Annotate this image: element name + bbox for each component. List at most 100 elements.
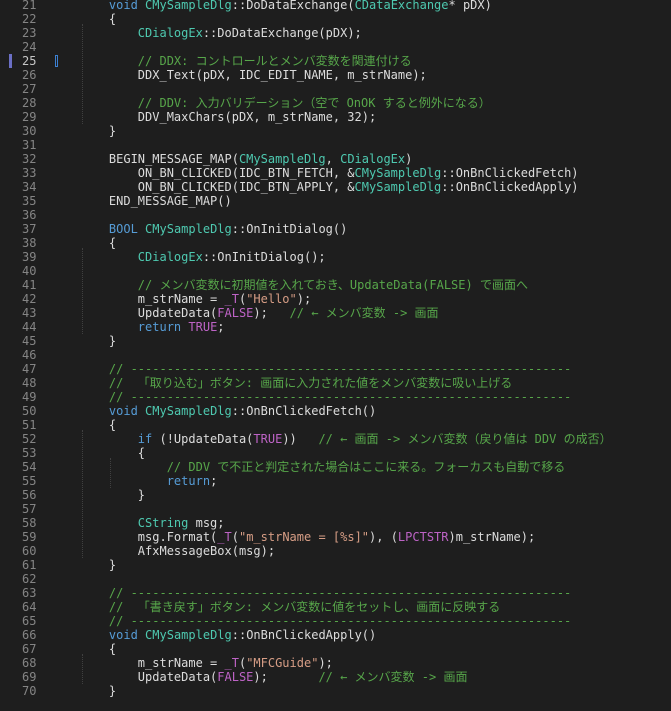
code-line[interactable]: 27 bbox=[0, 82, 671, 96]
code-text[interactable]: DDX_Text(pDX, IDC_EDIT_NAME, m_strName); bbox=[80, 68, 427, 82]
code-text[interactable]: // -------------------------------------… bbox=[80, 586, 571, 600]
code-text[interactable]: { bbox=[80, 446, 145, 460]
code-text[interactable]: ON_BN_CLICKED(IDC_BTN_APPLY, &CMySampleD… bbox=[80, 180, 579, 194]
code-text[interactable]: // -------------------------------------… bbox=[80, 362, 571, 376]
keyword-token: return bbox=[137, 320, 182, 334]
code-text[interactable]: } bbox=[80, 334, 116, 348]
code-text[interactable]: { bbox=[80, 418, 116, 432]
code-text[interactable]: // メンバ変数に初期値を入れておき、UpdateData(FALSE) で画面… bbox=[80, 278, 528, 292]
code-line[interactable]: 45 } bbox=[0, 334, 671, 348]
comment-token: // -------------------------------------… bbox=[108, 614, 572, 628]
code-line[interactable]: 34 ON_BN_CLICKED(IDC_BTN_APPLY, &CMySamp… bbox=[0, 180, 671, 194]
code-line[interactable]: 24 bbox=[0, 40, 671, 54]
code-line[interactable]: 50 void CMySampleDlg::OnBnClickedFetch() bbox=[0, 404, 671, 418]
code-line[interactable]: 37 BOOL CMySampleDlg::OnInitDialog() bbox=[0, 222, 671, 236]
code-line[interactable]: 59 msg.Format(_T("m_strName = [%s]"), (L… bbox=[0, 530, 671, 544]
code-line[interactable]: 64 // 「書き戻す」ボタン: メンバ変数に値をセットし、画面に反映する bbox=[0, 600, 671, 614]
code-text[interactable]: CDialogEx::DoDataExchange(pDX); bbox=[80, 26, 362, 40]
code-text[interactable]: // -------------------------------------… bbox=[80, 614, 571, 628]
code-line[interactable]: 66 void CMySampleDlg::OnBnClickedApply() bbox=[0, 628, 671, 642]
code-line[interactable]: 65 // ----------------------------------… bbox=[0, 614, 671, 628]
code-line[interactable]: 70 } bbox=[0, 684, 671, 698]
code-line[interactable]: 46 bbox=[0, 348, 671, 362]
code-text[interactable]: // 「取り込む」ボタン: 画面に入力された値をメンバ変数に吸い上げる bbox=[80, 376, 512, 390]
code-line[interactable]: 38 { bbox=[0, 236, 671, 250]
code-line[interactable]: 58 CString msg; bbox=[0, 516, 671, 530]
code-line[interactable]: 44 return TRUE; bbox=[0, 320, 671, 334]
code-line[interactable]: 69 UpdateData(FALSE); // ← メンバ変数 -> 画面 bbox=[0, 670, 671, 684]
code-text[interactable]: return TRUE; bbox=[80, 320, 225, 334]
code-line[interactable]: 61 } bbox=[0, 558, 671, 572]
code-line[interactable]: 43 UpdateData(FALSE); // ← メンバ変数 -> 画面 bbox=[0, 306, 671, 320]
code-line[interactable]: 35 END_MESSAGE_MAP() bbox=[0, 194, 671, 208]
code-line[interactable]: 54 // DDV で不正と判定された場合はここに来る。フォーカスも自動で移る bbox=[0, 460, 671, 474]
code-line[interactable]: 49 // ----------------------------------… bbox=[0, 390, 671, 404]
comment-token: // ← 画面 -> メンバ変数（戻り値は DDV の成否） bbox=[318, 432, 612, 446]
code-line[interactable]: 51 { bbox=[0, 418, 671, 432]
code-line[interactable]: 42 m_strName = _T("Hello"); bbox=[0, 292, 671, 306]
code-text[interactable]: END_MESSAGE_MAP() bbox=[80, 194, 232, 208]
code-line[interactable]: 25 // DDX: コントロールとメンバ変数を関連付ける bbox=[0, 54, 671, 68]
code-text[interactable]: // DDV で不正と判定された場合はここに来る。フォーカスも自動で移る bbox=[80, 460, 566, 474]
code-text[interactable]: AfxMessageBox(msg); bbox=[80, 544, 275, 558]
code-text[interactable]: } bbox=[80, 684, 116, 698]
code-text[interactable]: // DDX: コントロールとメンバ変数を関連付ける bbox=[80, 54, 412, 68]
code-text[interactable]: } bbox=[80, 124, 116, 138]
code-line[interactable]: 67 { bbox=[0, 642, 671, 656]
code-text[interactable]: ON_BN_CLICKED(IDC_BTN_FETCH, &CMySampleD… bbox=[80, 166, 579, 180]
code-line[interactable]: 52 if (!UpdateData(TRUE)) // ← 画面 -> メンバ… bbox=[0, 432, 671, 446]
code-text[interactable]: BOOL CMySampleDlg::OnInitDialog() bbox=[80, 222, 347, 236]
code-line[interactable]: 23 CDialogEx::DoDataExchange(pDX); bbox=[0, 26, 671, 40]
code-editor[interactable]: 21 void CMySampleDlg::DoDataExchange(CDa… bbox=[0, 0, 671, 711]
code-text[interactable]: CDialogEx::OnInitDialog(); bbox=[80, 250, 326, 264]
code-text[interactable]: DDV_MaxChars(pDX, m_strName, 32); bbox=[80, 110, 376, 124]
code-text[interactable]: if (!UpdateData(TRUE)) // ← 画面 -> メンバ変数（… bbox=[80, 432, 612, 446]
code-line[interactable]: 53 { bbox=[0, 446, 671, 460]
code-text[interactable]: } bbox=[80, 558, 116, 572]
code-line[interactable]: 36 bbox=[0, 208, 671, 222]
code-text[interactable]: msg.Format(_T("m_strName = [%s]"), (LPCT… bbox=[80, 530, 535, 544]
code-line[interactable]: 28 // DDV: 入力バリデーション（空で OnOK すると例外になる） bbox=[0, 96, 671, 110]
code-line[interactable]: 22 { bbox=[0, 12, 671, 26]
code-text[interactable]: // DDV: 入力バリデーション（空で OnOK すると例外になる） bbox=[80, 96, 491, 110]
code-text[interactable]: CString msg; bbox=[80, 516, 225, 530]
code-token: { bbox=[80, 12, 117, 26]
code-line[interactable]: 47 // ----------------------------------… bbox=[0, 362, 671, 376]
code-line[interactable]: 55 return; bbox=[0, 474, 671, 488]
code-text[interactable]: } bbox=[80, 488, 145, 502]
code-line[interactable]: 31 bbox=[0, 138, 671, 152]
code-line[interactable]: 21 void CMySampleDlg::DoDataExchange(CDa… bbox=[0, 0, 671, 12]
code-line[interactable]: 60 AfxMessageBox(msg); bbox=[0, 544, 671, 558]
code-text[interactable]: // -------------------------------------… bbox=[80, 390, 571, 404]
code-text[interactable]: m_strName = _T("Hello"); bbox=[80, 292, 311, 306]
line-number: 58 bbox=[22, 516, 37, 530]
code-text[interactable]: void CMySampleDlg::DoDataExchange(CDataE… bbox=[80, 0, 492, 12]
code-text[interactable]: m_strName = _T("MFCGuide"); bbox=[80, 656, 333, 670]
code-text[interactable]: void CMySampleDlg::OnBnClickedFetch() bbox=[80, 404, 376, 418]
code-text[interactable]: void CMySampleDlg::OnBnClickedApply() bbox=[80, 628, 376, 642]
code-line[interactable]: 39 CDialogEx::OnInitDialog(); bbox=[0, 250, 671, 264]
code-line[interactable]: 56 } bbox=[0, 488, 671, 502]
code-text[interactable]: // 「書き戻す」ボタン: メンバ変数に値をセットし、画面に反映する bbox=[80, 600, 500, 614]
code-line[interactable]: 57 bbox=[0, 502, 671, 516]
code-line[interactable]: 29 DDV_MaxChars(pDX, m_strName, 32); bbox=[0, 110, 671, 124]
code-text[interactable]: BEGIN_MESSAGE_MAP(CMySampleDlg, CDialogE… bbox=[80, 152, 412, 166]
code-line[interactable]: 68 m_strName = _T("MFCGuide"); bbox=[0, 656, 671, 670]
code-line[interactable]: 33 ON_BN_CLICKED(IDC_BTN_FETCH, &CMySamp… bbox=[0, 166, 671, 180]
code-line[interactable]: 63 // ----------------------------------… bbox=[0, 586, 671, 600]
code-text[interactable]: UpdateData(FALSE); // ← メンバ変数 -> 画面 bbox=[80, 670, 468, 684]
code-line[interactable]: 62 bbox=[0, 572, 671, 586]
code-line[interactable]: 40 bbox=[0, 264, 671, 278]
code-text[interactable]: { bbox=[80, 12, 116, 26]
code-text[interactable]: UpdateData(FALSE); // ← メンバ変数 -> 画面 bbox=[80, 306, 439, 320]
code-line[interactable]: 32 BEGIN_MESSAGE_MAP(CMySampleDlg, CDial… bbox=[0, 152, 671, 166]
code-text[interactable]: { bbox=[80, 236, 116, 250]
code-text[interactable]: return; bbox=[80, 474, 218, 488]
code-text[interactable]: { bbox=[80, 642, 116, 656]
code-line[interactable]: 48 // 「取り込む」ボタン: 画面に入力された値をメンバ変数に吸い上げる bbox=[0, 376, 671, 390]
code-line[interactable]: 41 // メンバ変数に初期値を入れておき、UpdateData(FALSE) … bbox=[0, 278, 671, 292]
code-line[interactable]: 30 } bbox=[0, 124, 671, 138]
code-line[interactable]: 26 DDX_Text(pDX, IDC_EDIT_NAME, m_strNam… bbox=[0, 68, 671, 82]
